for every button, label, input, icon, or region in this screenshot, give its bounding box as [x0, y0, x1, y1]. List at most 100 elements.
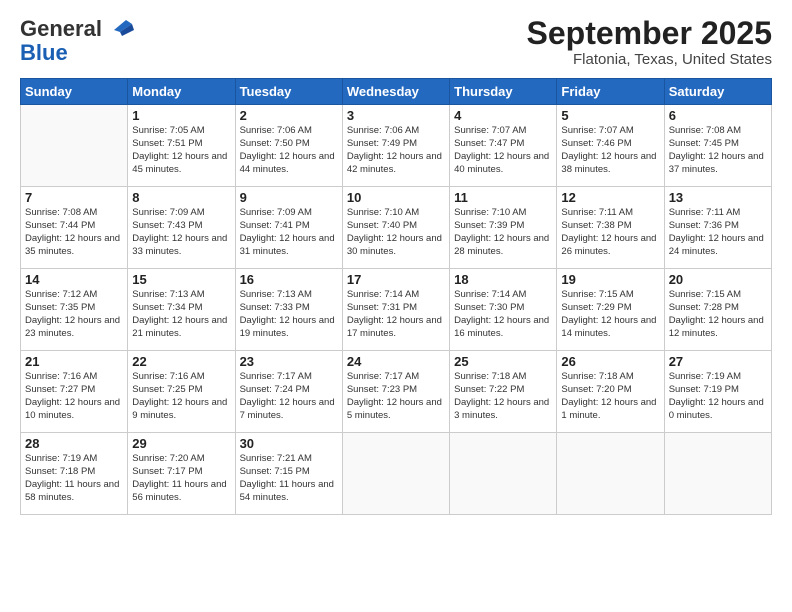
calendar-day: 3 Sunrise: 7:06 AM Sunset: 7:49 PM Daylig…	[342, 105, 449, 187]
day-number: 15	[132, 272, 230, 287]
day-number: 29	[132, 436, 230, 451]
calendar-day	[557, 433, 664, 515]
day-number: 20	[669, 272, 767, 287]
calendar-day	[450, 433, 557, 515]
calendar-day: 9Sunrise: 7:09 AM Sunset: 7:41 PM Daylig…	[235, 187, 342, 269]
calendar-day: 16Sunrise: 7:13 AM Sunset: 7:33 PM Dayli…	[235, 269, 342, 351]
calendar-week-0: 1 Sunrise: 7:05 AM Sunset: 7:51 PM Daylig…	[21, 105, 772, 187]
day-number: 12	[561, 190, 659, 205]
col-wednesday: Wednesday	[342, 79, 449, 105]
day-info: Sunrise: 7:09 AM Sunset: 7:43 PM Dayligh…	[132, 207, 230, 258]
calendar-day: 19 Sunrise: 7:15 AM Sunset: 7:29 PM Dayli…	[557, 269, 664, 351]
day-info: Sunrise: 7:11 AM Sunset: 7:38 PM Dayligh…	[561, 207, 659, 258]
day-info: Sunrise: 7:15 AM Sunset: 7:29 PM Dayligh…	[561, 289, 659, 340]
day-info: Sunrise: 7:08 AM Sunset: 7:44 PM Dayligh…	[25, 207, 123, 258]
calendar-day: 22 Sunrise: 7:16 AM Sunset: 7:25 PM Dayli…	[128, 351, 235, 433]
day-number: 17	[347, 272, 445, 287]
day-info: Sunrise: 7:09 AM Sunset: 7:41 PM Dayligh…	[240, 207, 338, 258]
day-number: 1	[132, 108, 230, 123]
day-info: Sunrise: 7:05 AM Sunset: 7:51 PM Dayligh…	[132, 125, 230, 176]
calendar-day: 1 Sunrise: 7:05 AM Sunset: 7:51 PM Daylig…	[128, 105, 235, 187]
logo-bird-icon	[104, 16, 134, 38]
day-number: 4	[454, 108, 552, 123]
calendar-day: 26 Sunrise: 7:18 AM Sunset: 7:20 PM Dayli…	[557, 351, 664, 433]
calendar-week-4: 28Sunrise: 7:19 AM Sunset: 7:18 PM Dayli…	[21, 433, 772, 515]
title-block: September 2025 Flatonia, Texas, United S…	[527, 16, 772, 68]
page-title: September 2025	[527, 16, 772, 51]
day-info: Sunrise: 7:14 AM Sunset: 7:31 PM Dayligh…	[347, 289, 445, 340]
day-info: Sunrise: 7:15 AM Sunset: 7:28 PM Dayligh…	[669, 289, 767, 340]
day-number: 11	[454, 190, 552, 205]
day-info: Sunrise: 7:11 AM Sunset: 7:36 PM Dayligh…	[669, 207, 767, 258]
day-info: Sunrise: 7:10 AM Sunset: 7:39 PM Dayligh…	[454, 207, 552, 258]
day-info: Sunrise: 7:07 AM Sunset: 7:46 PM Dayligh…	[561, 125, 659, 176]
day-info: Sunrise: 7:07 AM Sunset: 7:47 PM Dayligh…	[454, 125, 552, 176]
day-number: 13	[669, 190, 767, 205]
logo: General Blue	[20, 16, 134, 66]
calendar-day: 27Sunrise: 7:19 AM Sunset: 7:19 PM Dayli…	[664, 351, 771, 433]
day-number: 25	[454, 354, 552, 369]
calendar-day: 5 Sunrise: 7:07 AM Sunset: 7:46 PM Daylig…	[557, 105, 664, 187]
calendar-day: 7Sunrise: 7:08 AM Sunset: 7:44 PM Daylig…	[21, 187, 128, 269]
day-info: Sunrise: 7:19 AM Sunset: 7:19 PM Dayligh…	[669, 371, 767, 422]
logo-blue-text: Blue	[20, 40, 68, 65]
calendar-day: 8Sunrise: 7:09 AM Sunset: 7:43 PM Daylig…	[128, 187, 235, 269]
day-number: 2	[240, 108, 338, 123]
calendar-day	[342, 433, 449, 515]
col-friday: Friday	[557, 79, 664, 105]
calendar-day: 13 Sunrise: 7:11 AM Sunset: 7:36 PM Dayli…	[664, 187, 771, 269]
day-number: 3	[347, 108, 445, 123]
calendar-day: 4 Sunrise: 7:07 AM Sunset: 7:47 PM Daylig…	[450, 105, 557, 187]
col-thursday: Thursday	[450, 79, 557, 105]
day-info: Sunrise: 7:10 AM Sunset: 7:40 PM Dayligh…	[347, 207, 445, 258]
calendar-day: 21 Sunrise: 7:16 AM Sunset: 7:27 PM Dayli…	[21, 351, 128, 433]
day-info: Sunrise: 7:16 AM Sunset: 7:25 PM Dayligh…	[132, 371, 230, 422]
calendar-day: 14 Sunrise: 7:12 AM Sunset: 7:35 PM Dayli…	[21, 269, 128, 351]
calendar-table: Sunday Monday Tuesday Wednesday Thursday…	[20, 78, 772, 515]
calendar-body: 1 Sunrise: 7:05 AM Sunset: 7:51 PM Daylig…	[21, 105, 772, 515]
calendar-day: 15 Sunrise: 7:13 AM Sunset: 7:34 PM Dayli…	[128, 269, 235, 351]
col-monday: Monday	[128, 79, 235, 105]
calendar-day: 28Sunrise: 7:19 AM Sunset: 7:18 PM Dayli…	[21, 433, 128, 515]
day-number: 24	[347, 354, 445, 369]
calendar-week-1: 7Sunrise: 7:08 AM Sunset: 7:44 PM Daylig…	[21, 187, 772, 269]
day-info: Sunrise: 7:14 AM Sunset: 7:30 PM Dayligh…	[454, 289, 552, 340]
day-info: Sunrise: 7:17 AM Sunset: 7:23 PM Dayligh…	[347, 371, 445, 422]
col-saturday: Saturday	[664, 79, 771, 105]
day-info: Sunrise: 7:17 AM Sunset: 7:24 PM Dayligh…	[240, 371, 338, 422]
calendar-day: 24 Sunrise: 7:17 AM Sunset: 7:23 PM Dayli…	[342, 351, 449, 433]
day-number: 22	[132, 354, 230, 369]
day-number: 18	[454, 272, 552, 287]
day-number: 23	[240, 354, 338, 369]
calendar-day: 11 Sunrise: 7:10 AM Sunset: 7:39 PM Dayli…	[450, 187, 557, 269]
header: General Blue September 2025 Flatonia, Te…	[20, 16, 772, 68]
day-info: Sunrise: 7:16 AM Sunset: 7:27 PM Dayligh…	[25, 371, 123, 422]
calendar-day: 29Sunrise: 7:20 AM Sunset: 7:17 PM Dayli…	[128, 433, 235, 515]
calendar-day: 10 Sunrise: 7:10 AM Sunset: 7:40 PM Dayli…	[342, 187, 449, 269]
page: General Blue September 2025 Flatonia, Te…	[0, 0, 792, 612]
day-info: Sunrise: 7:12 AM Sunset: 7:35 PM Dayligh…	[25, 289, 123, 340]
calendar-day: 30Sunrise: 7:21 AM Sunset: 7:15 PM Dayli…	[235, 433, 342, 515]
day-number: 30	[240, 436, 338, 451]
calendar-day	[21, 105, 128, 187]
day-info: Sunrise: 7:19 AM Sunset: 7:18 PM Dayligh…	[25, 453, 123, 504]
calendar-day: 12 Sunrise: 7:11 AM Sunset: 7:38 PM Dayli…	[557, 187, 664, 269]
day-number: 21	[25, 354, 123, 369]
day-info: Sunrise: 7:06 AM Sunset: 7:49 PM Dayligh…	[347, 125, 445, 176]
calendar-day: 6Sunrise: 7:08 AM Sunset: 7:45 PM Daylig…	[664, 105, 771, 187]
calendar-day: 25Sunrise: 7:18 AM Sunset: 7:22 PM Dayli…	[450, 351, 557, 433]
day-number: 5	[561, 108, 659, 123]
calendar-day	[664, 433, 771, 515]
day-number: 10	[347, 190, 445, 205]
day-number: 19	[561, 272, 659, 287]
day-number: 14	[25, 272, 123, 287]
day-info: Sunrise: 7:13 AM Sunset: 7:34 PM Dayligh…	[132, 289, 230, 340]
day-number: 16	[240, 272, 338, 287]
calendar-week-2: 14 Sunrise: 7:12 AM Sunset: 7:35 PM Dayli…	[21, 269, 772, 351]
col-tuesday: Tuesday	[235, 79, 342, 105]
day-info: Sunrise: 7:18 AM Sunset: 7:20 PM Dayligh…	[561, 371, 659, 422]
col-sunday: Sunday	[21, 79, 128, 105]
day-number: 26	[561, 354, 659, 369]
day-info: Sunrise: 7:06 AM Sunset: 7:50 PM Dayligh…	[240, 125, 338, 176]
calendar-day: 18 Sunrise: 7:14 AM Sunset: 7:30 PM Dayli…	[450, 269, 557, 351]
